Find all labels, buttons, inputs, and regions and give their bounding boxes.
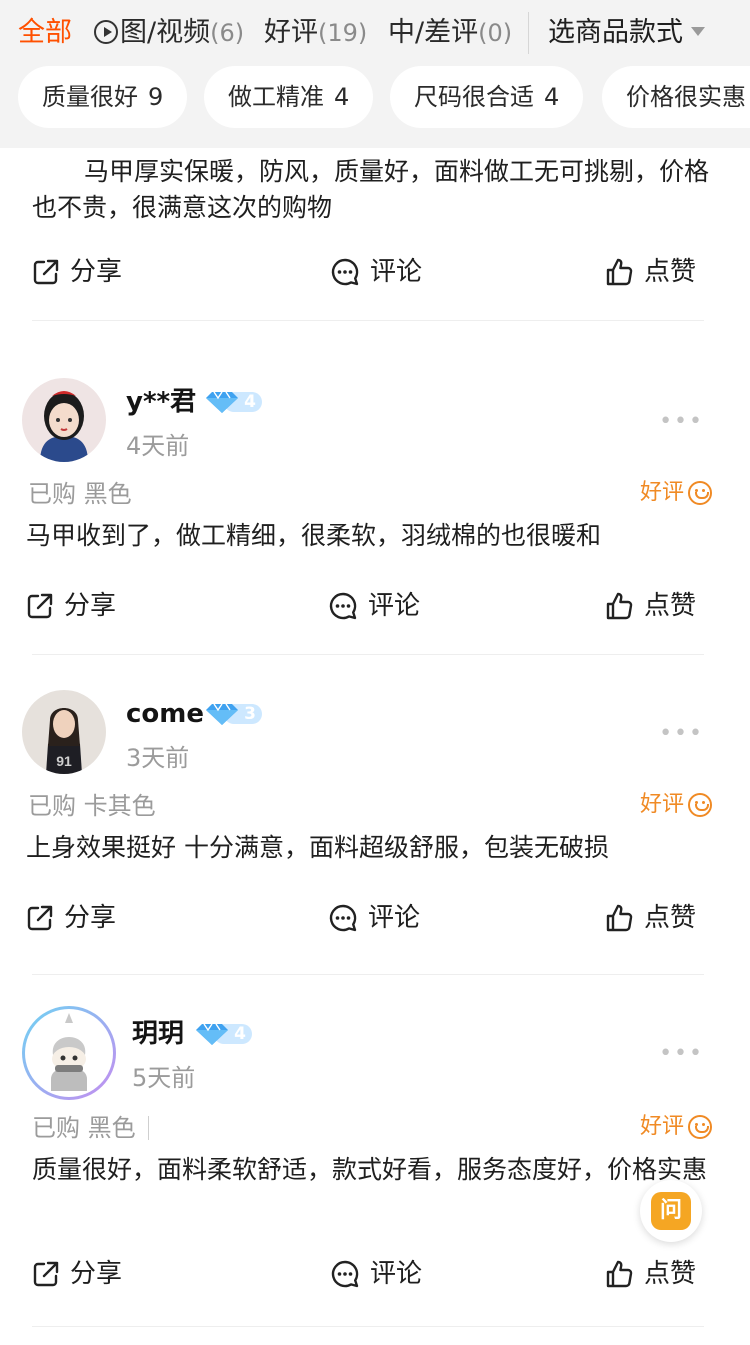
purchased-variant: 已购 黑色 (28, 480, 132, 508)
avatar-image (22, 378, 106, 462)
review-separator (32, 974, 704, 975)
purchased-variant: 已购 卡其色 (28, 792, 156, 820)
avatar[interactable] (22, 378, 106, 462)
chip-size-fit[interactable]: 尺码很合适 4 (390, 66, 584, 128)
rating-badge: 好评 (640, 1110, 712, 1144)
thumbs-up-icon (606, 258, 633, 286)
smile-icon (688, 1115, 712, 1139)
member-level-badge: 3 (204, 702, 262, 726)
like-button[interactable]: 点赞 (604, 586, 696, 626)
comment-icon (329, 592, 357, 620)
comment-icon (331, 258, 359, 286)
review-text: 上身效果挺好 十分满意，面料超级舒服，包装无破损 (26, 833, 609, 862)
more-icon[interactable]: ••• (659, 1043, 704, 1065)
review-text: 马甲收到了，做工精细，很柔软，羽绒棉的也很暖和 (26, 521, 602, 550)
rating-badge: 好评 (640, 476, 712, 510)
chip-price[interactable]: 价格很实惠 (602, 66, 750, 128)
comment-button[interactable]: 评论 (328, 898, 420, 938)
chip-workmanship[interactable]: 做工精准 4 (204, 66, 374, 128)
svg-text:91: 91 (56, 753, 72, 769)
review-separator (32, 1326, 704, 1327)
avatar-image: 91 (22, 690, 106, 774)
thumbs-up-icon (606, 592, 633, 620)
review-time: 3天前 (126, 744, 190, 772)
more-icon[interactable]: ••• (659, 723, 704, 745)
thumbs-up-icon (606, 1260, 633, 1288)
like-button[interactable]: 点赞 (604, 898, 696, 938)
review-separator (32, 320, 704, 321)
user-name[interactable]: come (126, 696, 204, 732)
like-button[interactable]: 点赞 (604, 1254, 696, 1294)
purchased-variant: 已购 黑色 (32, 1112, 149, 1144)
thumbs-up-icon (606, 904, 633, 932)
share-icon (33, 1261, 59, 1287)
review-filter-bar: 全部 图/视频(6) 好评(19) 中/差评(0) 选商品款式 质量很好 9 做工… (0, 0, 750, 148)
share-icon (27, 593, 53, 619)
tab-all[interactable]: 全部 (18, 14, 72, 52)
avatar-image (25, 1009, 113, 1097)
member-level-badge: 4 (204, 390, 262, 414)
ask-icon: 问 (651, 1192, 691, 1230)
share-button[interactable]: 分享 (32, 1254, 122, 1294)
user-name[interactable]: y**君 (126, 384, 196, 420)
user-name[interactable]: 玥玥 (132, 1016, 184, 1052)
divider (147, 1116, 149, 1140)
smile-icon (688, 793, 712, 817)
tab-medium-bad[interactable]: 中/差评(0) (388, 14, 512, 52)
share-button[interactable]: 分享 (26, 898, 116, 938)
avatar[interactable]: 91 (22, 690, 106, 774)
review-time: 5天前 (132, 1064, 196, 1092)
comment-button[interactable]: 评论 (330, 1254, 422, 1294)
comment-button[interactable]: 评论 (330, 252, 422, 292)
tab-good[interactable]: 好评(19) (264, 14, 367, 52)
play-icon (94, 20, 118, 44)
more-icon[interactable]: ••• (659, 411, 704, 433)
review-text: 马甲厚实保暖，防风，质量好，面料做工无可挑剔，价格也不贵，很满意这次的购物 (32, 157, 710, 222)
member-level-badge: 4 (194, 1022, 252, 1046)
style-select-dropdown[interactable]: 选商品款式 (548, 14, 705, 52)
tab-media[interactable]: 图/视频(6) (94, 14, 244, 52)
avatar[interactable] (22, 1006, 116, 1100)
comment-button[interactable]: 评论 (328, 586, 420, 626)
smile-icon (688, 481, 712, 505)
share-button[interactable]: 分享 (26, 586, 116, 626)
share-icon (33, 259, 59, 285)
comment-icon (331, 1260, 359, 1288)
review-separator (32, 654, 704, 655)
like-button[interactable]: 点赞 (604, 252, 696, 292)
ask-question-button[interactable]: 问 (640, 1180, 702, 1242)
share-icon (27, 905, 53, 931)
filter-tabs: 全部 图/视频(6) 好评(19) 中/差评(0) 选商品款式 (0, 0, 750, 66)
share-button[interactable]: 分享 (32, 252, 122, 292)
review-time: 4天前 (126, 432, 190, 460)
comment-icon (329, 904, 357, 932)
review-text: 质量很好，面料柔软舒适，款式好看，服务态度好，价格实惠 (32, 1155, 708, 1184)
rating-badge: 好评 (640, 788, 712, 822)
tab-divider (528, 12, 529, 54)
chip-quality[interactable]: 质量很好 9 (18, 66, 188, 128)
chevron-down-icon (691, 27, 705, 36)
